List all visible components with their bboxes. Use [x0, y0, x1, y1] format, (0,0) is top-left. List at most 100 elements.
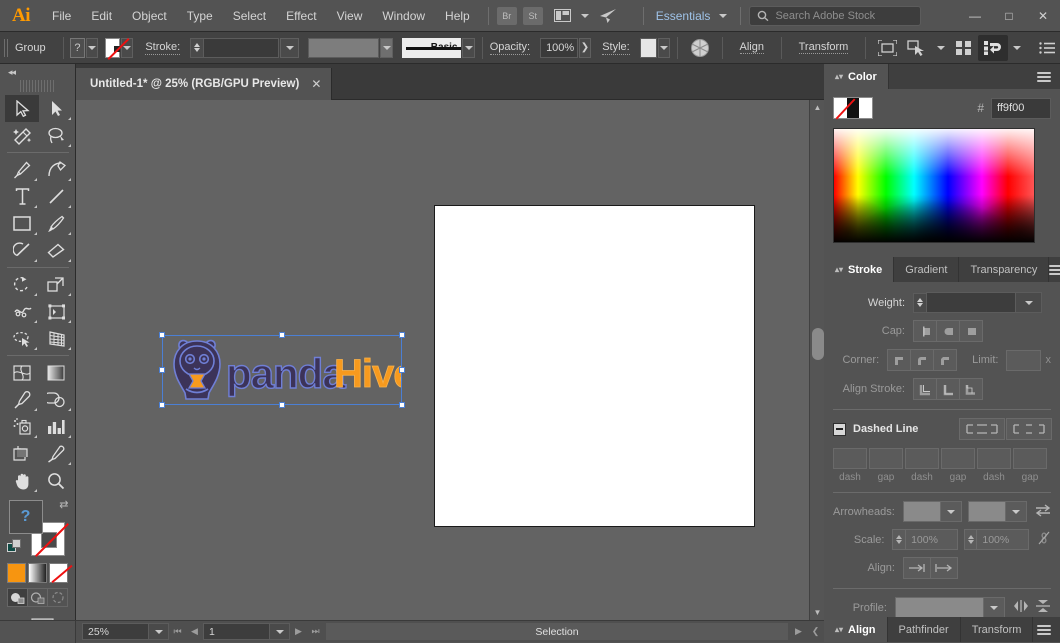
select-similar-chevron-icon[interactable]: [932, 32, 950, 64]
next-artboard-icon[interactable]: ▶: [290, 623, 307, 641]
vertical-scroll-thumb[interactable]: [812, 328, 824, 360]
perspective-grid-tool[interactable]: [39, 325, 73, 352]
minimize-button[interactable]: —: [958, 0, 992, 32]
search-adobe-stock-input[interactable]: Search Adobe Stock: [749, 5, 922, 26]
menu-window[interactable]: Window: [372, 0, 435, 32]
scale-spinner-2[interactable]: [963, 529, 977, 550]
tools-panel-header[interactable]: ◂◂: [0, 64, 75, 80]
arrowhead-start-chevron-icon[interactable]: [941, 501, 962, 522]
round-join-button[interactable]: [910, 349, 935, 371]
weight-spinner[interactable]: [913, 292, 926, 313]
dash-field-2[interactable]: [905, 448, 939, 469]
gap-field-1[interactable]: [869, 448, 903, 469]
zoom-chevron-icon[interactable]: [149, 623, 169, 640]
shape-builder-tool[interactable]: [5, 325, 39, 352]
tools-collapse-icon[interactable]: ◂◂: [8, 67, 16, 78]
slice-tool[interactable]: [39, 440, 73, 467]
tab-transform[interactable]: Transform: [960, 617, 1034, 642]
stroke-weight-input[interactable]: [203, 37, 280, 58]
menu-object[interactable]: Object: [122, 0, 177, 32]
default-fill-stroke-icon[interactable]: [6, 539, 23, 558]
stroke-panel-menu-button[interactable]: [1049, 257, 1060, 282]
eraser-tool[interactable]: [39, 237, 73, 264]
curvature-tool[interactable]: [39, 156, 73, 183]
align-stroke-outside-button[interactable]: [959, 378, 983, 400]
handle-top-right[interactable]: [399, 332, 405, 338]
tab-gradient[interactable]: Gradient: [894, 257, 960, 282]
recolor-artwork-icon[interactable]: [685, 32, 715, 64]
scale-input-2[interactable]: 100%: [976, 529, 1030, 550]
draw-inside-button[interactable]: [48, 588, 69, 607]
rotate-tool[interactable]: [5, 271, 39, 298]
tab-color[interactable]: ▴▾ Color: [824, 64, 889, 89]
swatch-none[interactable]: [834, 98, 847, 118]
brush-chevron-icon[interactable]: [462, 37, 476, 58]
stroke-panel-collapse-icon[interactable]: ▴▾: [835, 265, 843, 274]
swap-fill-stroke-icon[interactable]: ⇄: [59, 498, 68, 511]
stroke-weight-chevron-icon[interactable]: [280, 37, 300, 58]
draw-behind-button[interactable]: [27, 588, 49, 607]
arrange-chevron-icon[interactable]: [576, 0, 594, 32]
select-similar-objects-icon[interactable]: [902, 32, 932, 64]
handle-middle-left[interactable]: [159, 367, 165, 373]
tab-pathfinder[interactable]: Pathfinder: [887, 617, 961, 642]
weight-chevron-icon[interactable]: [1016, 292, 1042, 313]
column-graph-tool[interactable]: [39, 413, 73, 440]
graphic-style-swatch[interactable]: [639, 37, 657, 58]
color-mode-button[interactable]: [6, 563, 26, 583]
artboard-chevron-icon[interactable]: [270, 623, 290, 640]
last-artboard-icon[interactable]: ⏭: [307, 623, 324, 641]
direct-selection-tool[interactable]: [39, 95, 73, 122]
handle-top-center[interactable]: [279, 332, 285, 338]
scroll-down-icon[interactable]: ▼: [810, 605, 825, 620]
variable-width-profile-field[interactable]: [308, 37, 380, 58]
canvas-area[interactable]: panda Hive: [76, 100, 824, 620]
gap-field-2[interactable]: [941, 448, 975, 469]
document-setup-icon[interactable]: [977, 34, 1008, 61]
swap-arrowheads-icon[interactable]: [1035, 503, 1051, 520]
stock-badge[interactable]: St: [522, 6, 543, 25]
menu-view[interactable]: View: [327, 0, 373, 32]
align-panel-collapse-icon[interactable]: ▴▾: [835, 625, 843, 634]
place-arrows-button[interactable]: [930, 557, 958, 579]
zoom-level-input[interactable]: 25%: [82, 623, 149, 640]
dash-preserve-exact-button[interactable]: [959, 418, 1005, 440]
selected-artwork-pandahive-logo[interactable]: panda Hive: [159, 332, 416, 408]
width-profile-select[interactable]: [894, 597, 984, 618]
fill-indicator-swatch[interactable]: ?: [8, 500, 43, 534]
hex-color-input[interactable]: ff9f00: [991, 97, 1051, 119]
isolate-selected-object-icon[interactable]: [873, 32, 902, 64]
artboard[interactable]: [434, 205, 755, 527]
menu-effect[interactable]: Effect: [276, 0, 326, 32]
width-tool[interactable]: [5, 298, 39, 325]
gap-field-3[interactable]: [1013, 448, 1047, 469]
scale-tool[interactable]: [39, 271, 73, 298]
scale-spinner-1[interactable]: [892, 529, 906, 550]
color-panel-collapse-icon[interactable]: ▴▾: [835, 72, 843, 81]
status-resize-icon[interactable]: ❮: [807, 623, 824, 641]
link-scales-icon[interactable]: [1037, 530, 1051, 549]
menu-edit[interactable]: Edit: [81, 0, 122, 32]
fill-chevron-icon[interactable]: [85, 37, 99, 58]
selection-tool[interactable]: [5, 95, 39, 122]
dash-field-3[interactable]: [977, 448, 1011, 469]
brush-definition-field[interactable]: Basic: [401, 37, 462, 58]
arrange-documents-icon[interactable]: [549, 0, 576, 32]
handle-bottom-center[interactable]: [279, 402, 285, 408]
stroke-weight-control[interactable]: [190, 37, 300, 58]
share-icon[interactable]: [594, 0, 623, 32]
tab-transparency[interactable]: Transparency: [959, 257, 1050, 282]
first-artboard-icon[interactable]: ⏮: [169, 623, 186, 641]
flip-along-icon[interactable]: [1013, 599, 1029, 616]
color-spectrum-picker[interactable]: [833, 128, 1035, 243]
extend-arrows-button[interactable]: [903, 557, 931, 579]
opacity-input[interactable]: 100%: [540, 37, 578, 58]
status-menu-icon[interactable]: ▶: [790, 623, 807, 641]
color-panel-menu-button[interactable]: [1037, 64, 1060, 89]
color-swatch-row[interactable]: [833, 97, 873, 119]
align-stroke-inside-button[interactable]: [936, 378, 960, 400]
dash-adjust-button[interactable]: [1006, 418, 1052, 440]
stroke-weight-spinner[interactable]: [190, 37, 204, 58]
opacity-expand-icon[interactable]: ❯: [578, 37, 592, 58]
menu-file[interactable]: File: [42, 0, 81, 32]
